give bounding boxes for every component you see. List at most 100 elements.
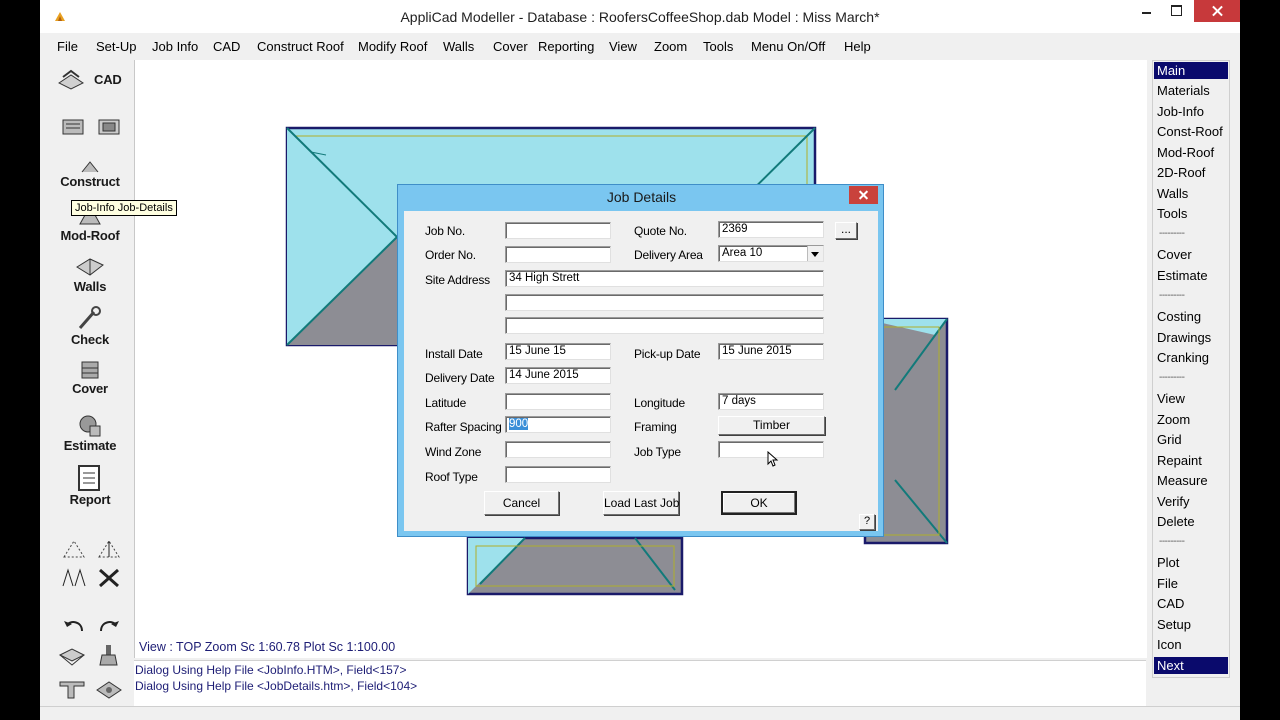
job-details-icon[interactable] (97, 116, 121, 136)
triangle-split-icon[interactable] (97, 539, 121, 559)
side-menu-zoom[interactable]: Zoom (1154, 411, 1228, 428)
label-latitude: Latitude (425, 396, 467, 410)
maximize-button[interactable] (1162, 0, 1192, 22)
menu-construct-roof[interactable]: Construct Roof (257, 39, 344, 54)
side-menu-estimate[interactable]: Estimate (1154, 267, 1228, 284)
menu-help[interactable]: Help (844, 39, 871, 54)
side-menu-job-info[interactable]: Job-Info (1154, 103, 1228, 120)
side-menu-cover[interactable]: Cover (1154, 246, 1228, 263)
triangle-dotted-icon[interactable] (62, 539, 86, 559)
side-menu-verify[interactable]: Verify (1154, 493, 1228, 510)
side-menu-materials[interactable]: Materials (1154, 82, 1228, 99)
side-menu-delete[interactable]: Delete (1154, 513, 1228, 530)
menu-modify-roof[interactable]: Modify Roof (358, 39, 427, 54)
side-menu-tools[interactable]: Tools (1154, 205, 1228, 222)
tool-mod-roof-label: Mod-Roof (60, 228, 120, 243)
delivery-date-field[interactable]: 14 June 2015 (505, 367, 611, 384)
title-bar[interactable]: AppliCad Modeller - Database : RoofersCo… (40, 0, 1240, 33)
menu-reporting[interactable]: Reporting (538, 39, 594, 54)
label-rafter-spacing: Rafter Spacing (425, 420, 502, 434)
rafter-spacing-field[interactable]: 900 (505, 416, 611, 433)
delivery-area-select[interactable]: Area 10 (718, 245, 824, 262)
tool-report[interactable]: Report (55, 464, 125, 507)
tool-estimate[interactable]: Estimate (55, 414, 125, 453)
tool-construct[interactable]: Construct (55, 158, 125, 189)
framing-button[interactable]: Timber (718, 416, 825, 435)
check-icon (78, 306, 101, 329)
menu-cover[interactable]: Cover (493, 39, 528, 54)
roof-3d-icon[interactable] (58, 645, 86, 667)
site-address-line-3[interactable] (505, 317, 824, 334)
minimize-button[interactable] (1132, 0, 1162, 22)
side-menu-cranking[interactable]: Cranking (1154, 349, 1228, 366)
install-date-field[interactable]: 15 June 15 (505, 343, 611, 360)
menu-zoom[interactable]: Zoom (654, 39, 687, 54)
tool-cover[interactable]: Cover (55, 359, 125, 396)
double-triangle-icon[interactable] (62, 568, 86, 588)
menu-job-info[interactable]: Job Info (152, 39, 198, 54)
job-no-field[interactable] (505, 222, 611, 239)
side-menu-icon[interactable]: Icon (1154, 636, 1228, 653)
chevron-down-icon[interactable] (807, 246, 823, 261)
site-address-line-2[interactable] (505, 294, 824, 311)
site-address-line-1[interactable]: 34 High Strett (505, 270, 824, 287)
side-menu-setup[interactable]: Setup (1154, 616, 1228, 633)
menu-view[interactable]: View (609, 39, 637, 54)
roof-section-icon[interactable] (58, 676, 86, 700)
status-strip (40, 706, 1240, 720)
side-menu-view[interactable]: View (1154, 390, 1228, 407)
load-last-job-button[interactable]: Load Last Job (603, 491, 679, 515)
side-menu-2d-roof[interactable]: 2D-Roof (1154, 164, 1228, 181)
undo-icon[interactable] (62, 617, 86, 635)
tool-cad[interactable]: CAD (57, 69, 123, 93)
longitude-field[interactable]: 7 days (718, 393, 824, 410)
menu-file[interactable]: File (57, 39, 78, 54)
side-menu-next[interactable]: Next (1154, 657, 1228, 674)
quote-no-field[interactable]: 2369 (718, 221, 824, 238)
browse-button[interactable]: ... (835, 222, 857, 239)
log-line-1: Dialog Using Help File <JobInfo.HTM>, Fi… (135, 663, 407, 677)
ok-button[interactable]: OK (721, 491, 797, 515)
side-menu-grid[interactable]: Grid (1154, 431, 1228, 448)
side-menu-main[interactable]: Main (1154, 62, 1228, 79)
latitude-field[interactable] (505, 393, 611, 410)
window-title: AppliCad Modeller - Database : RoofersCo… (400, 9, 880, 25)
side-menu-mod-roof[interactable]: Mod-Roof (1154, 144, 1228, 161)
dialog-close-button[interactable] (849, 186, 878, 204)
tooltip: Job-Info Job-Details (71, 200, 177, 216)
side-menu-drawings[interactable]: Drawings (1154, 329, 1228, 346)
side-menu-plot[interactable]: Plot (1154, 554, 1228, 571)
side-menu-cad[interactable]: CAD (1154, 595, 1228, 612)
construct-icon (81, 161, 99, 173)
menu-setup[interactable]: Set-Up (96, 39, 136, 54)
roof-type-field[interactable] (505, 466, 611, 483)
menu-tools[interactable]: Tools (703, 39, 733, 54)
pickup-date-field[interactable]: 15 June 2015 (718, 343, 824, 360)
hip-roof-icon[interactable] (95, 678, 123, 700)
tool-walls[interactable]: Walls (55, 255, 125, 294)
side-menu-costing[interactable]: Costing (1154, 308, 1228, 325)
redo-icon[interactable] (97, 617, 121, 635)
side-menu-measure[interactable]: Measure (1154, 472, 1228, 489)
wind-zone-field[interactable] (505, 441, 611, 458)
job-info-icon[interactable] (61, 116, 85, 136)
job-details-dialog: Job Details Job No. Quote No. 2369 ... O… (397, 184, 884, 537)
tool-check[interactable]: Check (55, 306, 125, 347)
side-menu-walls[interactable]: Walls (1154, 185, 1228, 202)
side-menu-const-roof[interactable]: Const-Roof (1154, 123, 1228, 140)
cross-icon[interactable] (97, 568, 121, 588)
side-menu-repaint[interactable]: Repaint (1154, 452, 1228, 469)
menu-cad[interactable]: CAD (213, 39, 240, 54)
side-menu-file[interactable]: File (1154, 575, 1228, 592)
close-window-button[interactable] (1194, 0, 1240, 22)
menu-menu-on-off[interactable]: Menu On/Off (751, 39, 825, 54)
tool-report-label: Report (69, 492, 111, 507)
menu-walls[interactable]: Walls (443, 39, 474, 54)
help-button[interactable]: ? (859, 514, 875, 530)
order-no-field[interactable] (505, 246, 611, 263)
side-menu-separator: --------- (1159, 228, 1185, 239)
right-side-menu: Main Materials Job-Info Const-Roof Mod-R… (1152, 60, 1230, 678)
brush-icon[interactable] (97, 643, 121, 667)
message-log: Dialog Using Help File <JobInfo.HTM>, Fi… (134, 660, 1146, 707)
cancel-button[interactable]: Cancel (484, 491, 559, 515)
